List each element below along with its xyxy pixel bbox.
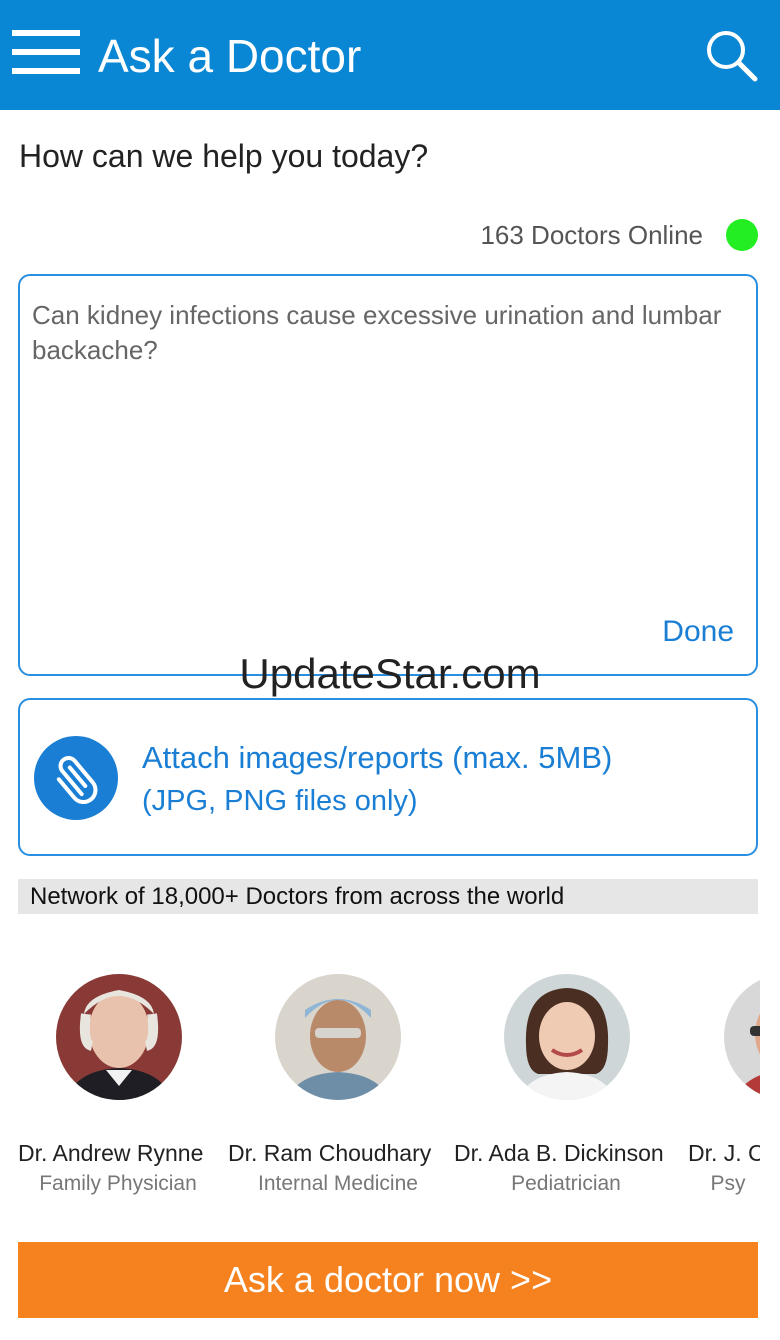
- doctor-avatar: [504, 974, 630, 1100]
- doctor-avatar: [56, 974, 182, 1100]
- question-input[interactable]: [32, 298, 732, 598]
- app-title: Ask a Doctor: [98, 30, 362, 82]
- doctor-name: Dr. J. C: [688, 1140, 760, 1166]
- doctor-specialty: Internal Medicine: [258, 1172, 418, 1195]
- network-banner-text: Network of 18,000+ Doctors from across t…: [30, 883, 565, 910]
- doctor-name: Dr. Ada B. Dickinson: [454, 1140, 664, 1166]
- paperclip-icon: [34, 736, 118, 820]
- doctor-avatar: [275, 974, 401, 1100]
- network-banner: Network of 18,000+ Doctors from across t…: [18, 879, 758, 914]
- ask-doctor-now-button[interactable]: Ask a doctor now >>: [18, 1242, 758, 1318]
- doctor-specialty: Family Physician: [39, 1172, 197, 1195]
- attach-label: Attach images/reports (max. 5MB): [142, 740, 613, 775]
- doctor-name: Dr. Ram Choudhary: [228, 1140, 432, 1166]
- online-indicator-icon: [726, 219, 758, 251]
- doctors-online-status: 163 Doctors Online: [480, 220, 703, 250]
- doctor-name: Dr. Andrew Rynne: [18, 1140, 204, 1166]
- attach-files-button[interactable]: Attach images/reports (max. 5MB) (JPG, P…: [18, 698, 758, 856]
- doctors-carousel[interactable]: Dr. Andrew Rynne Family Physician Dr. Ra…: [0, 960, 760, 1210]
- search-icon[interactable]: [704, 28, 760, 84]
- doctor-avatar: [724, 974, 760, 1100]
- page-heading: How can we help you today?: [19, 138, 429, 174]
- attach-file-types: (JPG, PNG files only): [142, 785, 418, 817]
- question-field-container: Done: [18, 274, 758, 676]
- app-bar: Ask a Doctor: [0, 0, 780, 110]
- doctor-specialty: Psy: [710, 1172, 746, 1195]
- done-button[interactable]: Done: [662, 614, 734, 650]
- hamburger-menu-icon[interactable]: [12, 30, 80, 78]
